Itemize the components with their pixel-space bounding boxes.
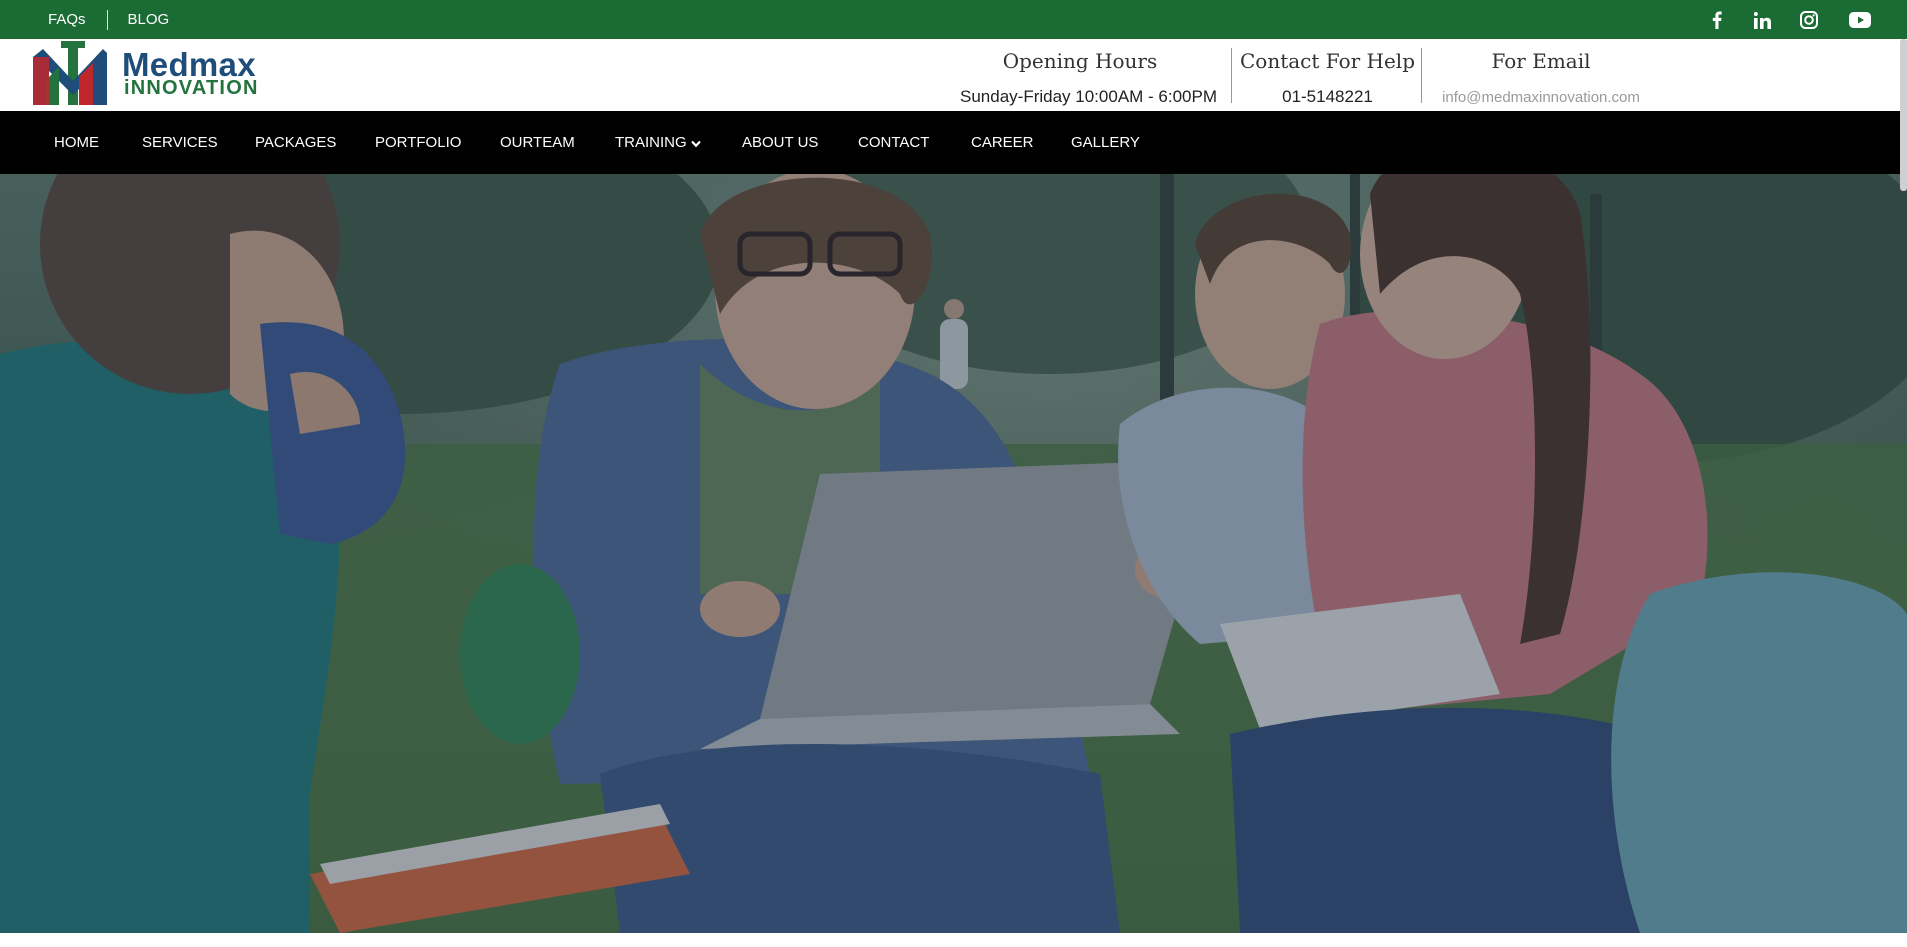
- scrollbar-thumb[interactable]: [1900, 39, 1907, 191]
- blog-link[interactable]: BLOG: [128, 11, 170, 28]
- email-address[interactable]: info@medmaxinnovation.com: [1430, 89, 1652, 106]
- brand-subtitle: iNNOVATION: [124, 77, 259, 99]
- nav-ourteam[interactable]: OURTEAM: [500, 111, 575, 174]
- hero-image: [0, 174, 1907, 933]
- opening-hours-value: Sunday-Friday 10:00AM - 6:00PM: [960, 87, 1218, 106]
- nav-home[interactable]: HOME: [54, 111, 99, 174]
- instagram-icon[interactable]: [1797, 8, 1821, 32]
- opening-hours-title: Opening Hours: [1002, 49, 1158, 73]
- nav-packages[interactable]: PACKAGES: [255, 111, 336, 174]
- youtube-icon[interactable]: [1846, 8, 1874, 32]
- page: FAQs BLOG Medmax iNNOVATION Opening Hour…: [0, 0, 1907, 947]
- nav-portfolio[interactable]: PORTFOLIO: [375, 111, 461, 174]
- top-links: FAQs BLOG: [48, 0, 169, 39]
- site-header: Medmax iNNOVATION Opening Hours Sunday-F…: [0, 39, 1907, 114]
- nav-career[interactable]: CAREER: [971, 111, 1034, 174]
- nav-services[interactable]: SERVICES: [142, 111, 218, 174]
- top-link-divider: [106, 9, 108, 30]
- facebook-icon[interactable]: [1705, 8, 1729, 32]
- chevron-down-icon: [690, 112, 701, 175]
- linkedin-icon[interactable]: [1750, 8, 1774, 32]
- faqs-link[interactable]: FAQs: [48, 11, 86, 28]
- nav-training-label: TRAINING: [615, 134, 687, 151]
- page-bottom-strip: [0, 933, 1907, 947]
- top-bar: FAQs BLOG: [0, 0, 1907, 39]
- main-nav: HOME SERVICES PACKAGES PORTFOLIO OURTEAM…: [0, 111, 1907, 174]
- email-title: For Email: [1491, 49, 1591, 73]
- nav-training[interactable]: TRAINING: [615, 111, 701, 174]
- nav-contact[interactable]: CONTACT: [858, 111, 929, 174]
- contact-help-title: Contact For Help: [1240, 49, 1415, 73]
- medmax-logo[interactable]: [31, 41, 121, 115]
- nav-gallery[interactable]: GALLERY: [1071, 111, 1140, 174]
- header-divider: [1421, 48, 1422, 103]
- hero-overlay: [0, 174, 1907, 933]
- header-divider: [1231, 48, 1232, 103]
- nav-about-us[interactable]: ABOUT US: [742, 111, 818, 174]
- contact-phone[interactable]: 01-5148221: [1240, 87, 1415, 107]
